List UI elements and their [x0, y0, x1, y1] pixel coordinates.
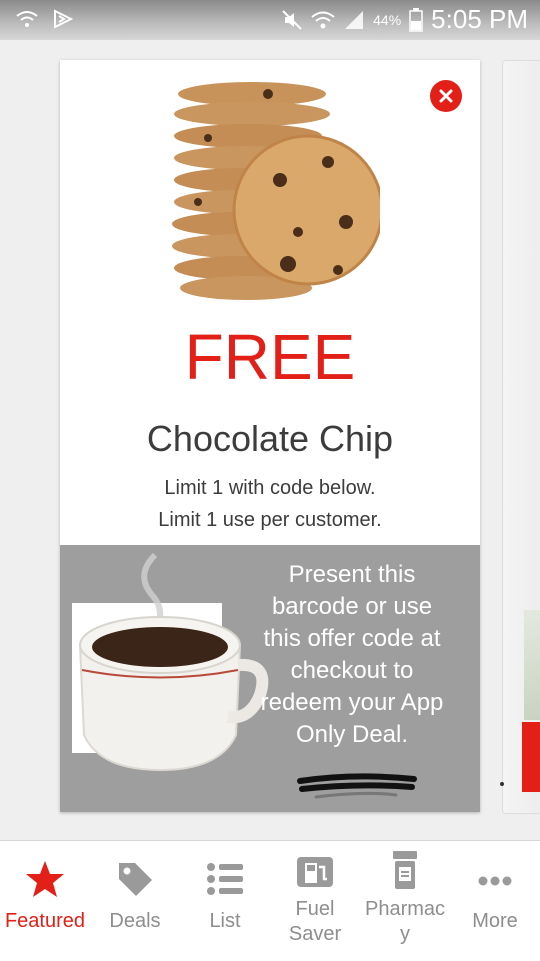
status-bar: 44% 5:05 PM — [0, 0, 540, 40]
close-icon — [439, 89, 453, 103]
redeem-line: checkout to — [290, 657, 414, 684]
offer-limit-text: Limit 1 with code below. Limit 1 use per… — [60, 472, 480, 536]
offer-headline: FREE — [184, 321, 356, 393]
bottom-navigation: Featured Deals List Fuel Saver Pharmac y… — [0, 840, 540, 961]
list-icon — [207, 863, 243, 895]
redeem-line: Only Deal. — [295, 721, 409, 748]
front-cookie — [232, 134, 380, 286]
limit-line: Limit 1 use per customer. — [158, 509, 382, 531]
cookie-stack-image — [172, 82, 380, 300]
app-notification-icon — [54, 9, 74, 29]
nav-label: Saver — [288, 923, 342, 945]
offer-card: FREE Chocolate Chip Limit 1 with code be… — [60, 60, 480, 812]
nav-more[interactable]: More — [450, 841, 540, 961]
nav-label: Fuel — [295, 898, 335, 920]
redeem-line: barcode or use — [271, 593, 433, 620]
nav-featured[interactable]: Featured — [0, 841, 90, 961]
nav-list[interactable]: List — [180, 841, 270, 961]
mute-icon — [282, 9, 302, 30]
battery-percent: 44% — [373, 11, 402, 28]
offer-product-name: Chocolate Chip — [146, 418, 394, 459]
pill-bottle-icon — [393, 851, 417, 889]
redeem-panel: Present this barcode or use this offer c… — [60, 545, 480, 812]
limit-line: Limit 1 with code below. — [164, 477, 376, 499]
page-dot — [500, 782, 504, 786]
nav-label: Pharmac — [364, 898, 446, 920]
next-card-image — [524, 610, 540, 720]
nav-label: Featured — [4, 910, 86, 932]
nav-deals[interactable]: Deals — [90, 841, 180, 961]
close-button[interactable] — [430, 80, 462, 112]
redeem-line: redeem your App — [260, 689, 444, 716]
nav-label: More — [472, 910, 518, 932]
redacted-offer-code — [297, 773, 417, 799]
nav-fuel-saver[interactable]: Fuel Saver — [270, 841, 360, 961]
battery-icon — [409, 7, 423, 32]
tag-icon — [119, 863, 152, 896]
clock: 5:05 PM — [431, 4, 528, 34]
nav-label: y — [400, 923, 410, 945]
more-dots-icon — [478, 876, 512, 886]
star-icon — [26, 861, 64, 897]
nav-label: List — [209, 910, 241, 932]
redeem-line: Present this — [288, 561, 416, 588]
redeem-instructions: Present this barcode or use this offer c… — [236, 559, 468, 751]
nav-pharmacy[interactable]: Pharmac y — [360, 841, 450, 961]
wifi-icon — [311, 11, 335, 28]
signal-icon — [345, 10, 364, 29]
redeem-line: this offer code at — [263, 625, 441, 652]
wifi-question-icon — [16, 11, 38, 27]
next-card-accent — [522, 722, 540, 792]
nav-label: Deals — [109, 910, 161, 932]
fuel-pump-icon — [297, 857, 333, 887]
